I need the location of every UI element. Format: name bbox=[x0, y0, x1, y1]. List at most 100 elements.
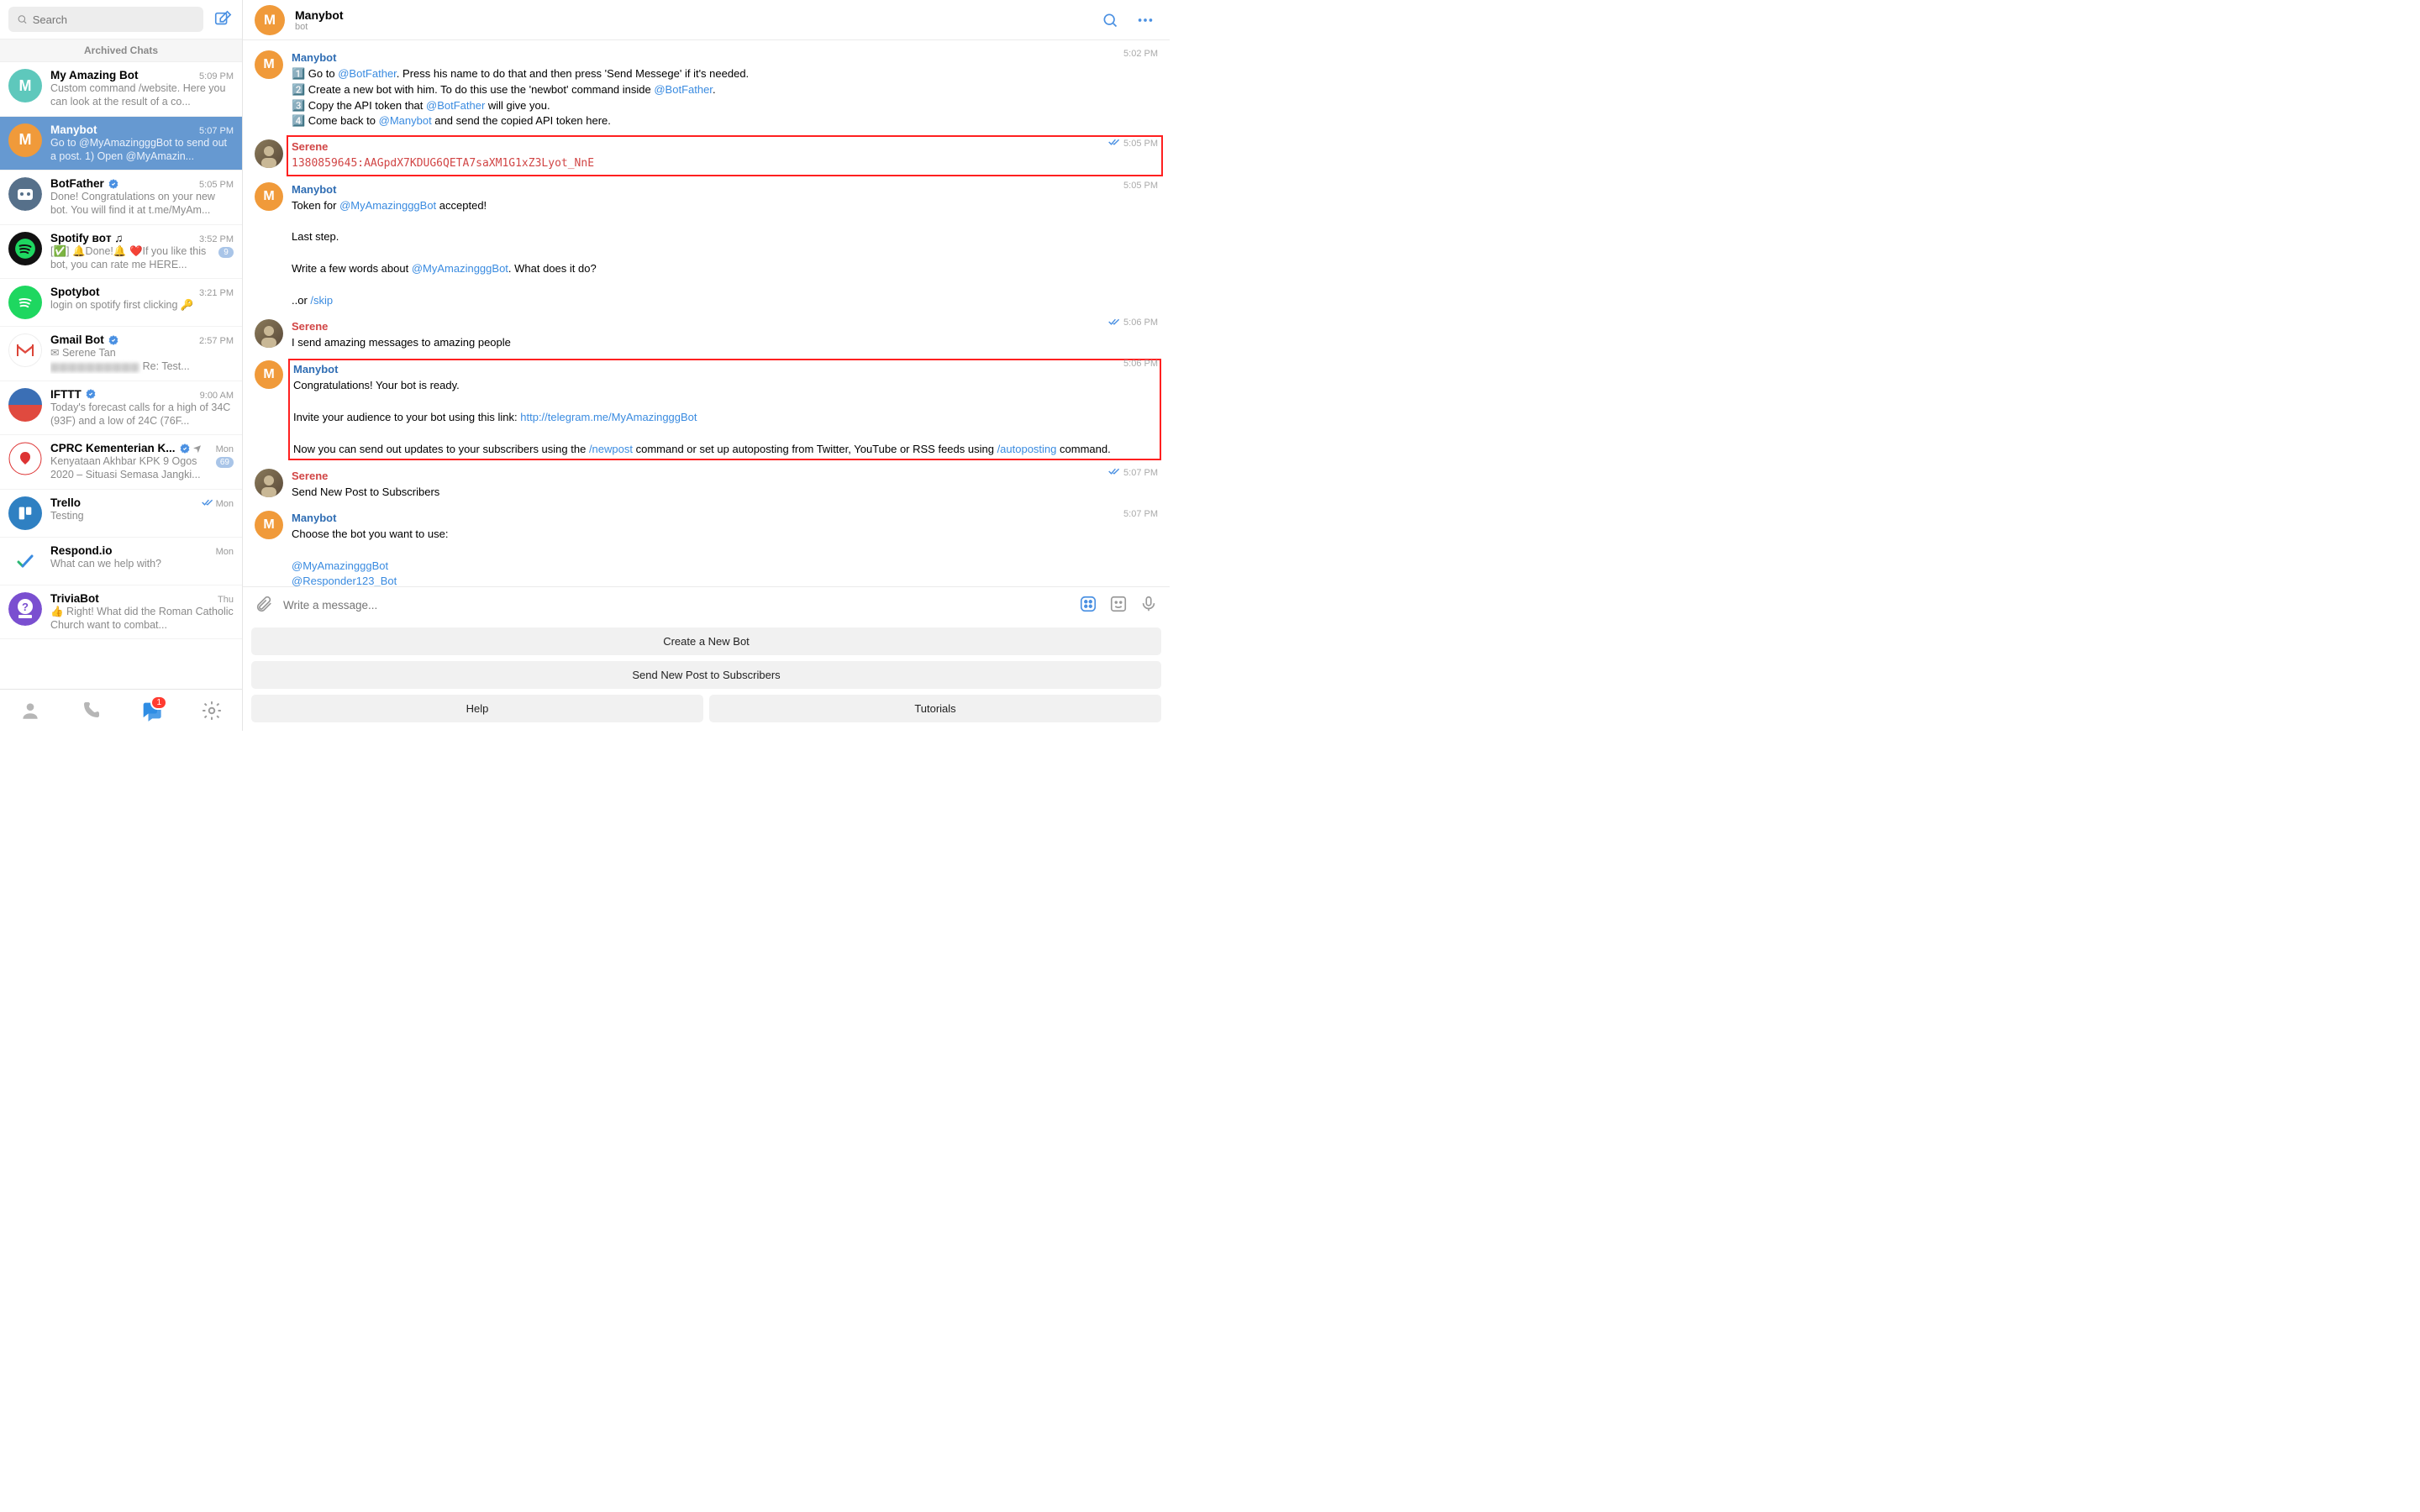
code-text: 1380859645:AAGpdX7KDUG6QETA7saXM1G1xZ3Ly… bbox=[292, 157, 594, 170]
message: MManybotChoose the bot you want to use: … bbox=[255, 506, 1158, 586]
message-time: 5:05 PM bbox=[1108, 138, 1158, 149]
message-link[interactable]: /skip bbox=[310, 294, 333, 307]
message-link[interactable]: /autoposting bbox=[997, 443, 1057, 455]
chat-title[interactable]: Manybot bbox=[295, 8, 1087, 22]
chat-list-item[interactable]: Spotify ʙᴏᴛ ♫ 3:52 PM[✅] 🔔Done!🔔 ❤️If yo… bbox=[0, 225, 242, 280]
settings-tab[interactable] bbox=[192, 694, 231, 727]
chat-item-title: Trello bbox=[50, 496, 81, 509]
quick-reply-button[interactable]: Send New Post to Subscribers bbox=[251, 661, 1161, 689]
message: SereneI send amazing messages to amazing… bbox=[255, 314, 1158, 356]
chat-item-preview: login on spotify first clicking 🔑 bbox=[50, 298, 194, 312]
message-text: Now you can send out updates to your sub… bbox=[293, 443, 589, 455]
chat-item-title: Spotify ʙᴏᴛ ♫ bbox=[50, 232, 124, 244]
message-sender[interactable]: Manybot bbox=[293, 363, 338, 375]
chat-item-preview: Go to @MyAmazingggBot to send out a post… bbox=[50, 136, 234, 164]
chat-more-button[interactable] bbox=[1133, 8, 1158, 33]
message-time: 5:05 PM bbox=[1123, 181, 1158, 191]
chat-avatar bbox=[8, 286, 42, 319]
read-checks-icon bbox=[1108, 318, 1120, 328]
message-link[interactable]: @MyAmazingggBot bbox=[412, 262, 508, 275]
chat-item-title: Spotybot bbox=[50, 286, 100, 298]
attach-button[interactable] bbox=[253, 595, 275, 616]
sidebar-top bbox=[0, 0, 242, 39]
message-link[interactable]: @Responder123_Bot bbox=[292, 575, 397, 586]
voice-button[interactable] bbox=[1138, 595, 1160, 616]
chat-time: 2:57 PM bbox=[199, 336, 234, 346]
chat-time: Mon bbox=[216, 444, 234, 454]
message-link[interactable]: @BotFather bbox=[338, 67, 397, 80]
message-sender[interactable]: Manybot bbox=[292, 51, 336, 64]
chat-search-button[interactable] bbox=[1097, 8, 1123, 33]
person-icon bbox=[19, 700, 41, 722]
chat-list-item[interactable]: Trello MonTesting bbox=[0, 490, 242, 538]
message-avatar bbox=[255, 469, 283, 497]
message: MManybot1️⃣ Go to @BotFather. Press his … bbox=[255, 45, 1158, 134]
message-sender[interactable]: Serene bbox=[292, 140, 328, 153]
quick-reply-button[interactable]: Tutorials bbox=[709, 695, 1161, 722]
quick-reply-button[interactable]: Create a New Bot bbox=[251, 627, 1161, 655]
microphone-icon bbox=[1139, 595, 1158, 613]
message-text: . Press his name to do that and then pre… bbox=[397, 67, 749, 80]
chat-time: 9:00 AM bbox=[200, 391, 234, 401]
chat-time: 5:09 PM bbox=[199, 71, 234, 81]
paperclip-icon bbox=[255, 595, 273, 613]
message-link[interactable]: http://telegram.me/MyAmazingggBot bbox=[520, 411, 697, 423]
message-sender[interactable]: Serene bbox=[292, 320, 328, 333]
message-text: will give you. bbox=[485, 99, 550, 112]
quick-reply-keyboard: Create a New Bot Send New Post to Subscri… bbox=[243, 622, 1170, 731]
archived-chats[interactable]: Archived Chats bbox=[0, 39, 242, 62]
sidebar-bottombar: 1 bbox=[0, 689, 242, 731]
read-checks-icon bbox=[1108, 467, 1120, 478]
message-sender[interactable]: Manybot bbox=[292, 512, 336, 524]
chat-item-preview: Testing bbox=[50, 509, 84, 522]
chat-time: 3:52 PM bbox=[199, 234, 234, 244]
message-list[interactable]: MManybot1️⃣ Go to @BotFather. Press his … bbox=[243, 40, 1170, 586]
message-text: command or set up autoposting from Twitt… bbox=[633, 443, 997, 455]
chat-list-item[interactable]: Gmail Bot 2:57 PM✉ Serene Tan▆▆▆▆▆▆▆▆▆▆ … bbox=[0, 327, 242, 381]
chats-tab[interactable]: 1 bbox=[132, 694, 171, 727]
commands-button[interactable] bbox=[1077, 595, 1099, 616]
message-link[interactable]: @BotFather bbox=[426, 99, 485, 112]
chat-list: MMy Amazing Bot 5:09 PMCustom command /w… bbox=[0, 62, 242, 689]
stickers-button[interactable] bbox=[1107, 595, 1129, 616]
chat-list-item[interactable]: BotFather 5:05 PMDone! Congratulations o… bbox=[0, 171, 242, 225]
message-link[interactable]: @BotFather bbox=[654, 83, 713, 96]
compose-button[interactable] bbox=[212, 8, 234, 30]
chat-list-item[interactable]: MManybot 5:07 PMGo to @MyAmazingggBot to… bbox=[0, 117, 242, 171]
chat-list-item[interactable]: ?TriviaBot Thu👍 Right! What did the Roma… bbox=[0, 585, 242, 640]
search-input[interactable] bbox=[33, 13, 195, 26]
message-link[interactable]: @MyAmazingggBot bbox=[339, 199, 436, 212]
calls-tab[interactable] bbox=[71, 694, 110, 727]
more-icon bbox=[1136, 11, 1155, 29]
search-field[interactable] bbox=[8, 7, 203, 32]
message-time: 5:07 PM bbox=[1108, 467, 1158, 478]
message-input[interactable] bbox=[283, 592, 1069, 617]
message-input-bar bbox=[243, 586, 1170, 622]
chat-time: Mon bbox=[216, 547, 234, 557]
message-time: 5:06 PM bbox=[1123, 359, 1158, 369]
message-text: Last step. bbox=[292, 230, 339, 243]
verified-icon bbox=[108, 334, 119, 346]
message-text: Token for bbox=[292, 199, 339, 212]
contacts-tab[interactable] bbox=[11, 694, 50, 727]
chat-item-preview: 👍 Right! What did the Roman Catholic Chu… bbox=[50, 605, 234, 633]
chat-list-item[interactable]: IFTTT 9:00 AMToday's forecast calls for … bbox=[0, 381, 242, 436]
chat-list-item[interactable]: Respond.io MonWhat can we help with? bbox=[0, 538, 242, 585]
message-sender[interactable]: Manybot bbox=[292, 183, 336, 196]
message-text: Congratulations! Your bot is ready. bbox=[293, 379, 460, 391]
message-avatar: M bbox=[255, 50, 283, 79]
message-link[interactable]: @MyAmazingggBot bbox=[292, 559, 388, 572]
chat-list-item[interactable]: CPRC Kementerian K... ➤MonKenyataan Akhb… bbox=[0, 435, 242, 490]
quick-reply-button[interactable]: Help bbox=[251, 695, 703, 722]
message-link[interactable]: @Manybot bbox=[379, 114, 432, 127]
header-avatar[interactable]: M bbox=[255, 5, 285, 35]
message-text: 2️⃣ Create a new bot with him. To do thi… bbox=[292, 83, 654, 96]
message-text: Choose the bot you want to use: bbox=[292, 528, 448, 540]
message-sender[interactable]: Serene bbox=[292, 470, 328, 482]
chat-item-preview: What can we help with? bbox=[50, 557, 161, 570]
chat-list-item[interactable]: Spotybot 3:21 PMlogin on spotify first c… bbox=[0, 279, 242, 327]
chat-list-item[interactable]: MMy Amazing Bot 5:09 PMCustom command /w… bbox=[0, 62, 242, 117]
message-link[interactable]: /newpost bbox=[589, 443, 633, 455]
chat-avatar bbox=[8, 177, 42, 211]
message-text: and send the copied API token here. bbox=[432, 114, 611, 127]
